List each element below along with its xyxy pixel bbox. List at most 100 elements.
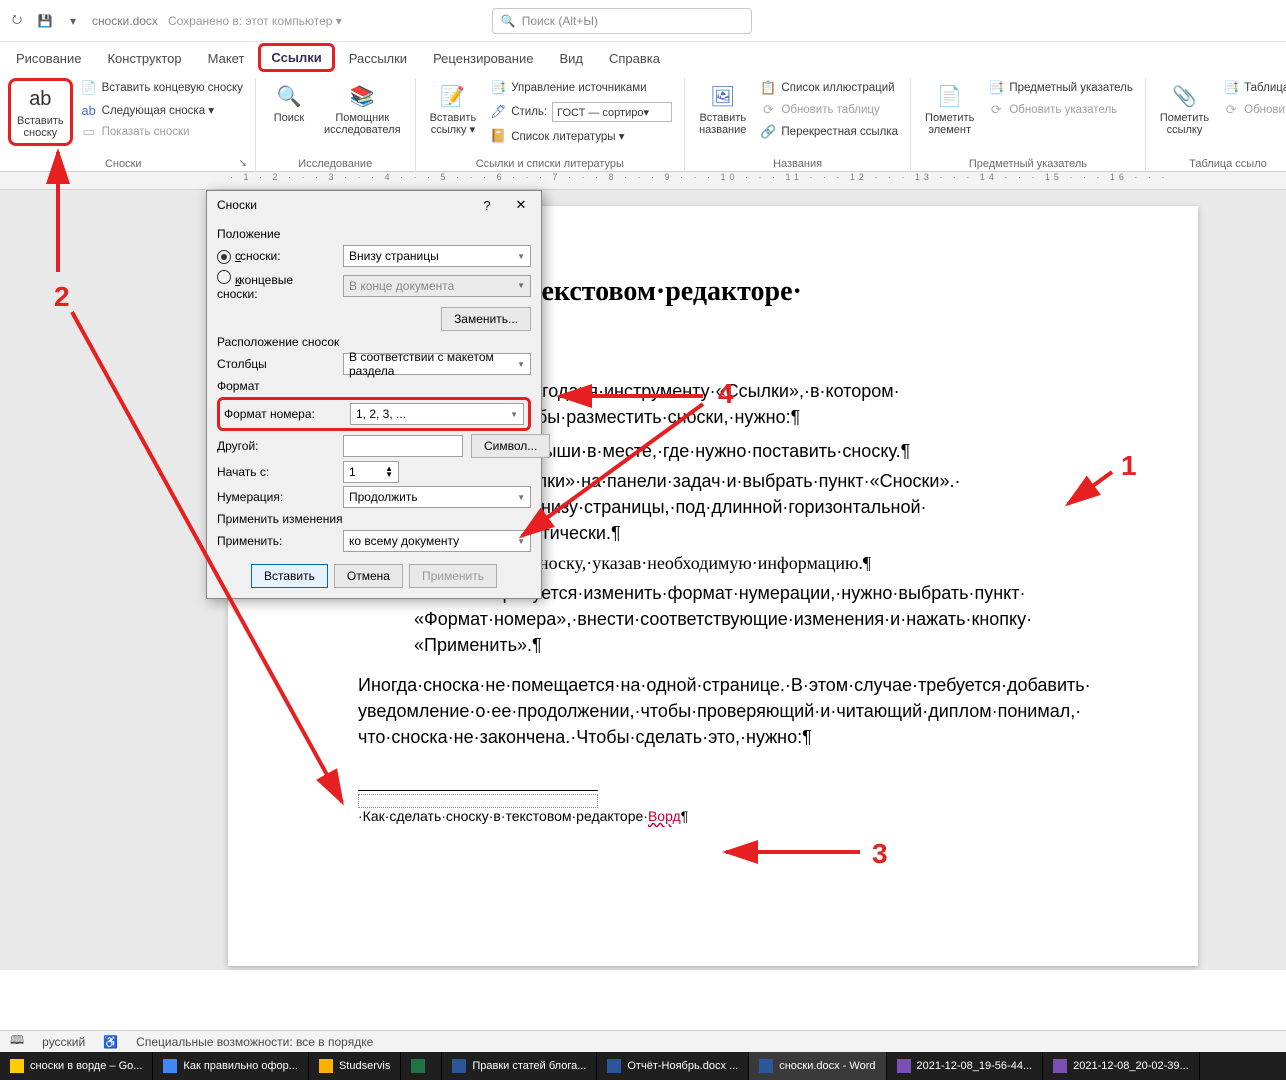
spinner-icon[interactable]: ▲▼ [385,466,393,478]
dialog-title: Сноски [217,198,257,212]
update-index-button: ⟳Обновить указатель [984,100,1137,120]
taskbar-item[interactable]: Правки статей блога... [442,1052,597,1080]
tab-recenzirovanie[interactable]: Рецензирование [421,45,545,72]
ruler[interactable]: · 1 · 2 · · · 3 · · · 4 · · · 5 · · · 6 … [0,172,1286,190]
radio-icon [217,270,231,284]
replace-button[interactable]: Заменить... [441,307,531,331]
refresh-icon: ⟳ [1223,102,1239,118]
dialog-titlebar[interactable]: Сноски ? ✕ [207,191,541,219]
endnote-location-dropdown: В конце документа▼ [343,275,531,297]
taskbar-item[interactable]: сноски в ворде – Go... [0,1052,153,1080]
researcher-icon: 📚 [348,82,376,110]
bibliography-button[interactable]: 📔Список литературы ▾ [486,126,676,146]
radio-footnotes[interactable]: ссноски: [217,249,335,264]
mark-citation-icon: 📎 [1170,82,1198,110]
ribbon-group-footnotes: ab Вставить сноску 📄Вставить концевую сн… [0,78,256,172]
search-box[interactable]: 🔍 Поиск (Alt+Ы) [492,8,752,34]
taskbar-item[interactable]: Как правильно офор... [153,1052,309,1080]
next-footnote-button[interactable]: abСледующая сноска ▾ [77,100,247,120]
sources-icon: 📑 [490,80,506,96]
insert-index-button[interactable]: 📑Предметный указатель [984,78,1137,98]
insert-caption-button[interactable]: 🖼Вставить название [693,78,752,142]
insert-citation-button[interactable]: 📝Вставить ссылку ▾ [424,78,483,146]
app-icon [452,1059,466,1073]
taskbar-item[interactable]: Отчёт-Ноябрь.docx ... [597,1052,749,1080]
search-button[interactable]: 🔍Поиск [264,78,314,140]
accessibility-status[interactable]: Специальные возможности: все в порядке [136,1035,373,1049]
close-icon[interactable]: ✕ [507,195,535,215]
footnote-ab-icon: ab [26,85,54,113]
custom-mark-input[interactable] [343,435,463,457]
apply-button[interactable]: Применить [409,564,497,588]
ribbon-group-captions: 🖼Вставить название 📋Список иллюстраций ⟳… [685,78,911,172]
symbol-button[interactable]: Символ... [471,434,550,458]
document-area[interactable]: ать·сноску·в·текстовом·редакторе· ·довол… [0,190,1286,970]
insert-footnote-button[interactable]: ab Вставить сноску [8,78,73,146]
mark-citation-button[interactable]: 📎Пометить ссылку [1154,78,1215,140]
numbering-dropdown[interactable]: Продолжить▼ [343,486,531,508]
ribbon-group-research: 🔍Поиск 📚Помощник исследователя Исследова… [256,78,416,172]
dialog-launcher-icon[interactable]: ↘ [239,158,247,170]
radio-endnotes[interactable]: кконцевые сноски: [217,270,335,301]
list-icon: 📋 [760,80,776,96]
language-status[interactable]: русский [42,1035,85,1049]
tab-risovanie[interactable]: Рисование [4,45,93,72]
taskbar-item[interactable]: 2021-12-08_20-02-39... [1043,1052,1200,1080]
ribbon: ab Вставить сноску 📄Вставить концевую сн… [0,72,1286,172]
mark-entry-button[interactable]: 📄Пометить элемент [919,78,980,140]
taskbar-item[interactable]: сноски.docx - Word [749,1052,886,1080]
label-apply-to: Применить: [217,534,335,548]
status-bar: 🕮 русский ♿ Специальные возможности: все… [0,1030,1286,1052]
insert-endnote-button[interactable]: 📄Вставить концевую сноску [77,78,247,98]
qat-more-icon[interactable]: ▾ [64,12,82,30]
save-icon[interactable]: 💾 [36,12,54,30]
insert-toa-button[interactable]: 📑Таблица с [1219,78,1286,98]
tab-maket[interactable]: Макет [196,45,257,72]
footnote-location-dropdown[interactable]: Внизу страницы▼ [343,245,531,267]
group-title-captions: Названия [693,158,902,172]
taskbar-item[interactable] [401,1052,442,1080]
ribbon-group-citations: 📝Вставить ссылку ▾ 📑Управление источника… [416,78,686,172]
radio-icon [217,250,231,264]
tab-ssylki[interactable]: Ссылки [258,43,334,72]
tab-rassylki[interactable]: Рассылки [337,45,419,72]
doc-paragraph: Иногда·сноска·не·помещается·на·одной·стр… [358,672,1128,750]
insert-button[interactable]: Вставить [251,564,328,588]
section-apply: Применить изменения [217,512,531,526]
autosave-icon[interactable]: ⭮ [8,12,26,30]
language-icon[interactable]: 🕮 [10,1031,24,1052]
illustration-list-button[interactable]: 📋Список иллюстраций [756,78,902,98]
ribbon-tabs: Рисование Конструктор Макет Ссылки Рассы… [0,42,1286,72]
style-dropdown[interactable]: ГОСТ — сортиро▾ [552,102,672,122]
endnote-icon: 📄 [81,80,97,96]
show-footnotes-button: ▭Показать сноски [77,122,247,142]
columns-dropdown[interactable]: В соответствии с макетом раздела▼ [343,353,531,375]
cancel-button[interactable]: Отмена [334,564,403,588]
label-columns: Столбцы [217,357,335,371]
footnote-dialog[interactable]: Сноски ? ✕ Положение ссноски: Внизу стран… [206,190,542,599]
help-icon[interactable]: ? [473,195,501,215]
chevron-down-icon: ▼ [510,410,518,419]
researcher-button[interactable]: 📚Помощник исследователя [318,78,407,140]
footnote-input-box[interactable] [358,794,598,808]
cross-reference-button[interactable]: 🔗Перекрестная ссылка [756,122,902,142]
accessibility-icon[interactable]: ♿ [103,1035,118,1049]
section-position: Положение [217,227,531,241]
tab-spravka[interactable]: Справка [597,45,672,72]
caption-icon: 🖼 [709,82,737,110]
start-at-spinner[interactable]: 1▲▼ [343,461,399,483]
app-icon [1053,1059,1067,1073]
update-toa-button: ⟳Обновить [1219,100,1286,120]
number-format-dropdown[interactable]: 1, 2, 3, ...▼ [350,403,524,425]
tab-vid[interactable]: Вид [547,45,595,72]
manage-sources-button[interactable]: 📑Управление источниками [486,78,676,98]
section-layout: Расположение сносок [217,335,531,349]
insert-footnote-label: Вставить сноску [17,115,64,139]
tab-konstruktor[interactable]: Конструктор [95,45,193,72]
taskbar-item[interactable]: Studservis [309,1052,401,1080]
apply-to-dropdown[interactable]: ко всему документу▼ [343,530,531,552]
refresh-icon: ⟳ [988,102,1004,118]
taskbar-item[interactable]: 2021-12-08_19-56-44... [887,1052,1044,1080]
section-format: Формат [217,379,531,393]
save-location[interactable]: Сохранено в: этот компьютер ▾ [168,14,342,28]
